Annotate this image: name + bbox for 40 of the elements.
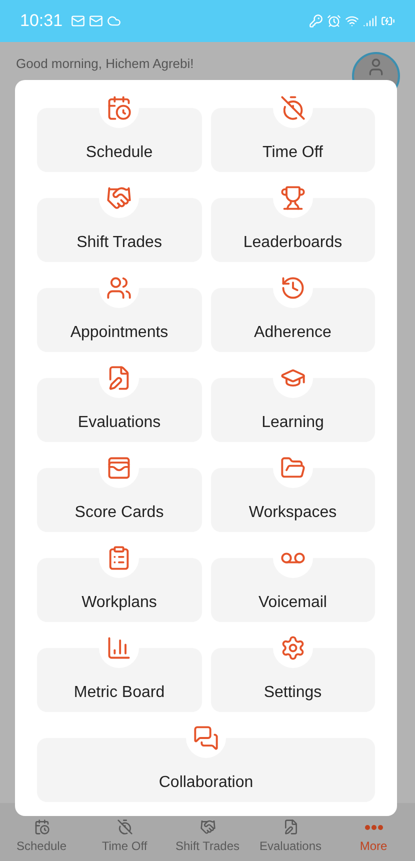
- greeting: Good morning, Hichem Agrebi!: [16, 55, 194, 73]
- battery-icon: [381, 14, 395, 28]
- settings-icon: [280, 635, 306, 661]
- trophy-icon: [280, 185, 306, 211]
- signal-icon: [363, 14, 377, 28]
- menu-tile[interactable]: Shift Trades: [37, 198, 202, 262]
- more-icon: [364, 825, 382, 830]
- key-icon: [309, 14, 323, 28]
- alarm-icon: [327, 14, 341, 28]
- cards-icon: [106, 455, 132, 481]
- menu-tile[interactable]: Settings: [210, 648, 375, 712]
- menu-tile[interactable]: Score Cards: [37, 468, 202, 532]
- chat-bubbles-icon: [193, 725, 219, 751]
- menu-tile[interactable]: Time Off: [210, 108, 375, 172]
- menu-tile[interactable]: Metric Board: [37, 648, 202, 712]
- people-icon: [106, 275, 132, 301]
- handshake-icon: [106, 185, 132, 211]
- clock-arrows-icon: [280, 275, 306, 301]
- menu-tile[interactable]: Voicemail: [210, 558, 375, 622]
- mail-icon: [70, 14, 85, 28]
- mail-icon: [88, 14, 103, 28]
- calendar-clock-icon: [106, 95, 132, 121]
- bar-chart-icon: [106, 635, 132, 661]
- menu-tile[interactable]: Leaderboards: [210, 198, 375, 262]
- document-pen-icon: [282, 819, 298, 835]
- timer-off-icon: [280, 95, 306, 121]
- menu-tile[interactable]: Schedule: [37, 108, 202, 172]
- menu-tile[interactable]: Appointments: [37, 288, 202, 352]
- status-time: 10:31: [20, 10, 63, 32]
- handshake-icon: [200, 819, 216, 835]
- menu-tile[interactable]: Evaluations: [37, 378, 202, 442]
- calendar-clock-icon: [34, 819, 50, 835]
- menu-tile[interactable]: Workspaces: [210, 468, 375, 532]
- menu-tile[interactable]: Adherence: [210, 288, 375, 352]
- timer-off-icon: [116, 819, 132, 835]
- menu-tile[interactable]: Workplans: [37, 558, 202, 622]
- wifi-icon: [345, 14, 359, 28]
- menu-tile[interactable]: Collaboration: [37, 738, 375, 802]
- menu-tile[interactable]: Learning: [210, 378, 375, 442]
- cloud-icon: [106, 14, 121, 28]
